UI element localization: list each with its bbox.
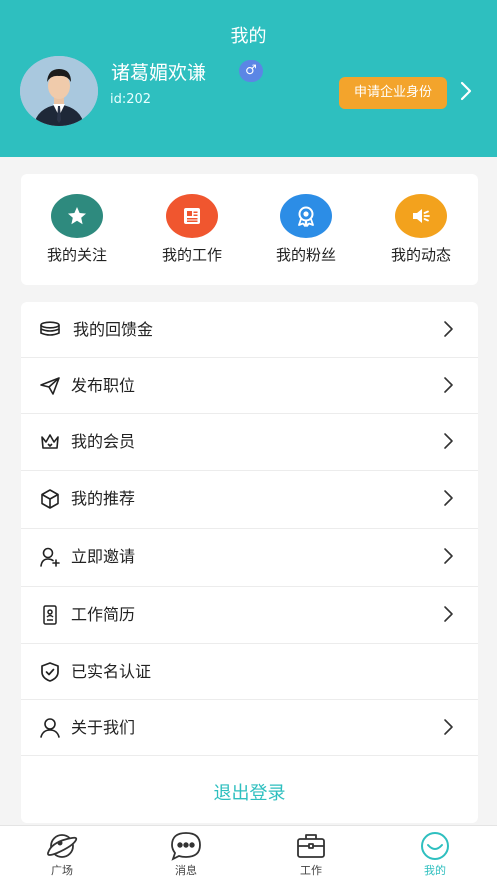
tab-square[interactable]: 广场 (22, 826, 102, 883)
tab-label: 我的 (424, 864, 446, 877)
page-title: 我的 (230, 26, 267, 47)
logout-button[interactable]: 退出登录 (21, 764, 478, 823)
chevron-right-icon[interactable] (455, 80, 477, 102)
menu-item-label: 关于我们 (71, 718, 136, 737)
smile-icon (418, 831, 452, 861)
chevron-right-icon (441, 376, 457, 394)
shield-check-icon (39, 661, 61, 683)
quick-action-label: 我的关注 (46, 246, 107, 264)
user-id: id:202 (110, 92, 152, 107)
menu-item-label: 工作简历 (71, 605, 136, 624)
medal-icon (280, 194, 332, 238)
avatar[interactable] (20, 56, 98, 126)
menu-item-verified[interactable]: 已实名认证 (21, 644, 478, 700)
menu-item-post-job[interactable]: 发布职位 (21, 358, 478, 414)
menu-item-recommend[interactable]: 我的推荐 (21, 471, 478, 529)
menu-item-label: 发布职位 (71, 376, 136, 395)
menu-item-invite[interactable]: 立即邀请 (21, 529, 478, 587)
document-icon (166, 194, 218, 238)
chat-icon (169, 831, 203, 861)
quick-actions-card: 我的关注 我的工作 我的粉丝 我的动态 (21, 174, 478, 285)
quick-action-label: 我的工作 (161, 246, 222, 264)
menu-item-label: 我的会员 (71, 432, 136, 451)
menu-item-about[interactable]: 关于我们 (21, 700, 478, 756)
menu-item-label: 我的推荐 (71, 489, 136, 508)
briefcase-icon (294, 831, 328, 861)
menu-item-label: 我的回馈金 (73, 320, 154, 339)
quick-action-works[interactable]: 我的工作 (142, 194, 242, 274)
quick-action-label: 我的动态 (390, 246, 451, 264)
quick-action-moments[interactable]: 我的动态 (371, 194, 471, 274)
chevron-right-icon (441, 320, 457, 338)
tab-messages[interactable]: 消息 (146, 826, 226, 883)
username: 诸葛媚欢谦 (111, 62, 207, 84)
bottom-tab-bar: 广场 消息 工作 我的 (0, 825, 497, 883)
menu-item-label: 已实名认证 (71, 662, 152, 681)
tab-work[interactable]: 工作 (271, 826, 351, 883)
chevron-right-icon (441, 605, 457, 623)
speaker-icon (395, 194, 447, 238)
tab-mine[interactable]: 我的 (395, 826, 475, 883)
paper-plane-icon (39, 375, 61, 397)
crown-icon (39, 431, 61, 453)
tab-label: 工作 (300, 864, 322, 877)
apply-enterprise-button[interactable]: 申请企业身份 (339, 77, 447, 109)
coins-icon (39, 319, 61, 341)
star-icon (51, 194, 103, 238)
quick-action-follows[interactable]: 我的关注 (27, 194, 127, 274)
menu-list: 我的回馈金 发布职位 我的会员 我的推荐 立即邀请 工作简历 已实名认证 关于我… (21, 302, 478, 823)
tab-label: 广场 (51, 864, 73, 877)
menu-item-rebate[interactable]: 我的回馈金 (21, 302, 478, 358)
menu-item-label: 立即邀请 (71, 547, 136, 566)
chevron-right-icon (441, 547, 457, 565)
chevron-right-icon (441, 432, 457, 450)
gender-male-icon: ♂ (239, 60, 263, 82)
menu-item-membership[interactable]: 我的会员 (21, 414, 478, 471)
profile-header: 我的 诸葛媚欢谦 ♂ id:202 申请企业身份 (0, 0, 497, 157)
cube-icon (39, 488, 61, 510)
planet-icon (45, 831, 79, 861)
person-icon (39, 717, 61, 739)
quick-action-fans[interactable]: 我的粉丝 (256, 194, 356, 274)
menu-item-resume[interactable]: 工作简历 (21, 587, 478, 644)
user-add-icon (39, 546, 61, 568)
chevron-right-icon (441, 489, 457, 507)
resume-icon (39, 604, 61, 626)
tab-label: 消息 (175, 864, 197, 877)
chevron-right-icon (441, 718, 457, 736)
quick-action-label: 我的粉丝 (275, 246, 336, 264)
